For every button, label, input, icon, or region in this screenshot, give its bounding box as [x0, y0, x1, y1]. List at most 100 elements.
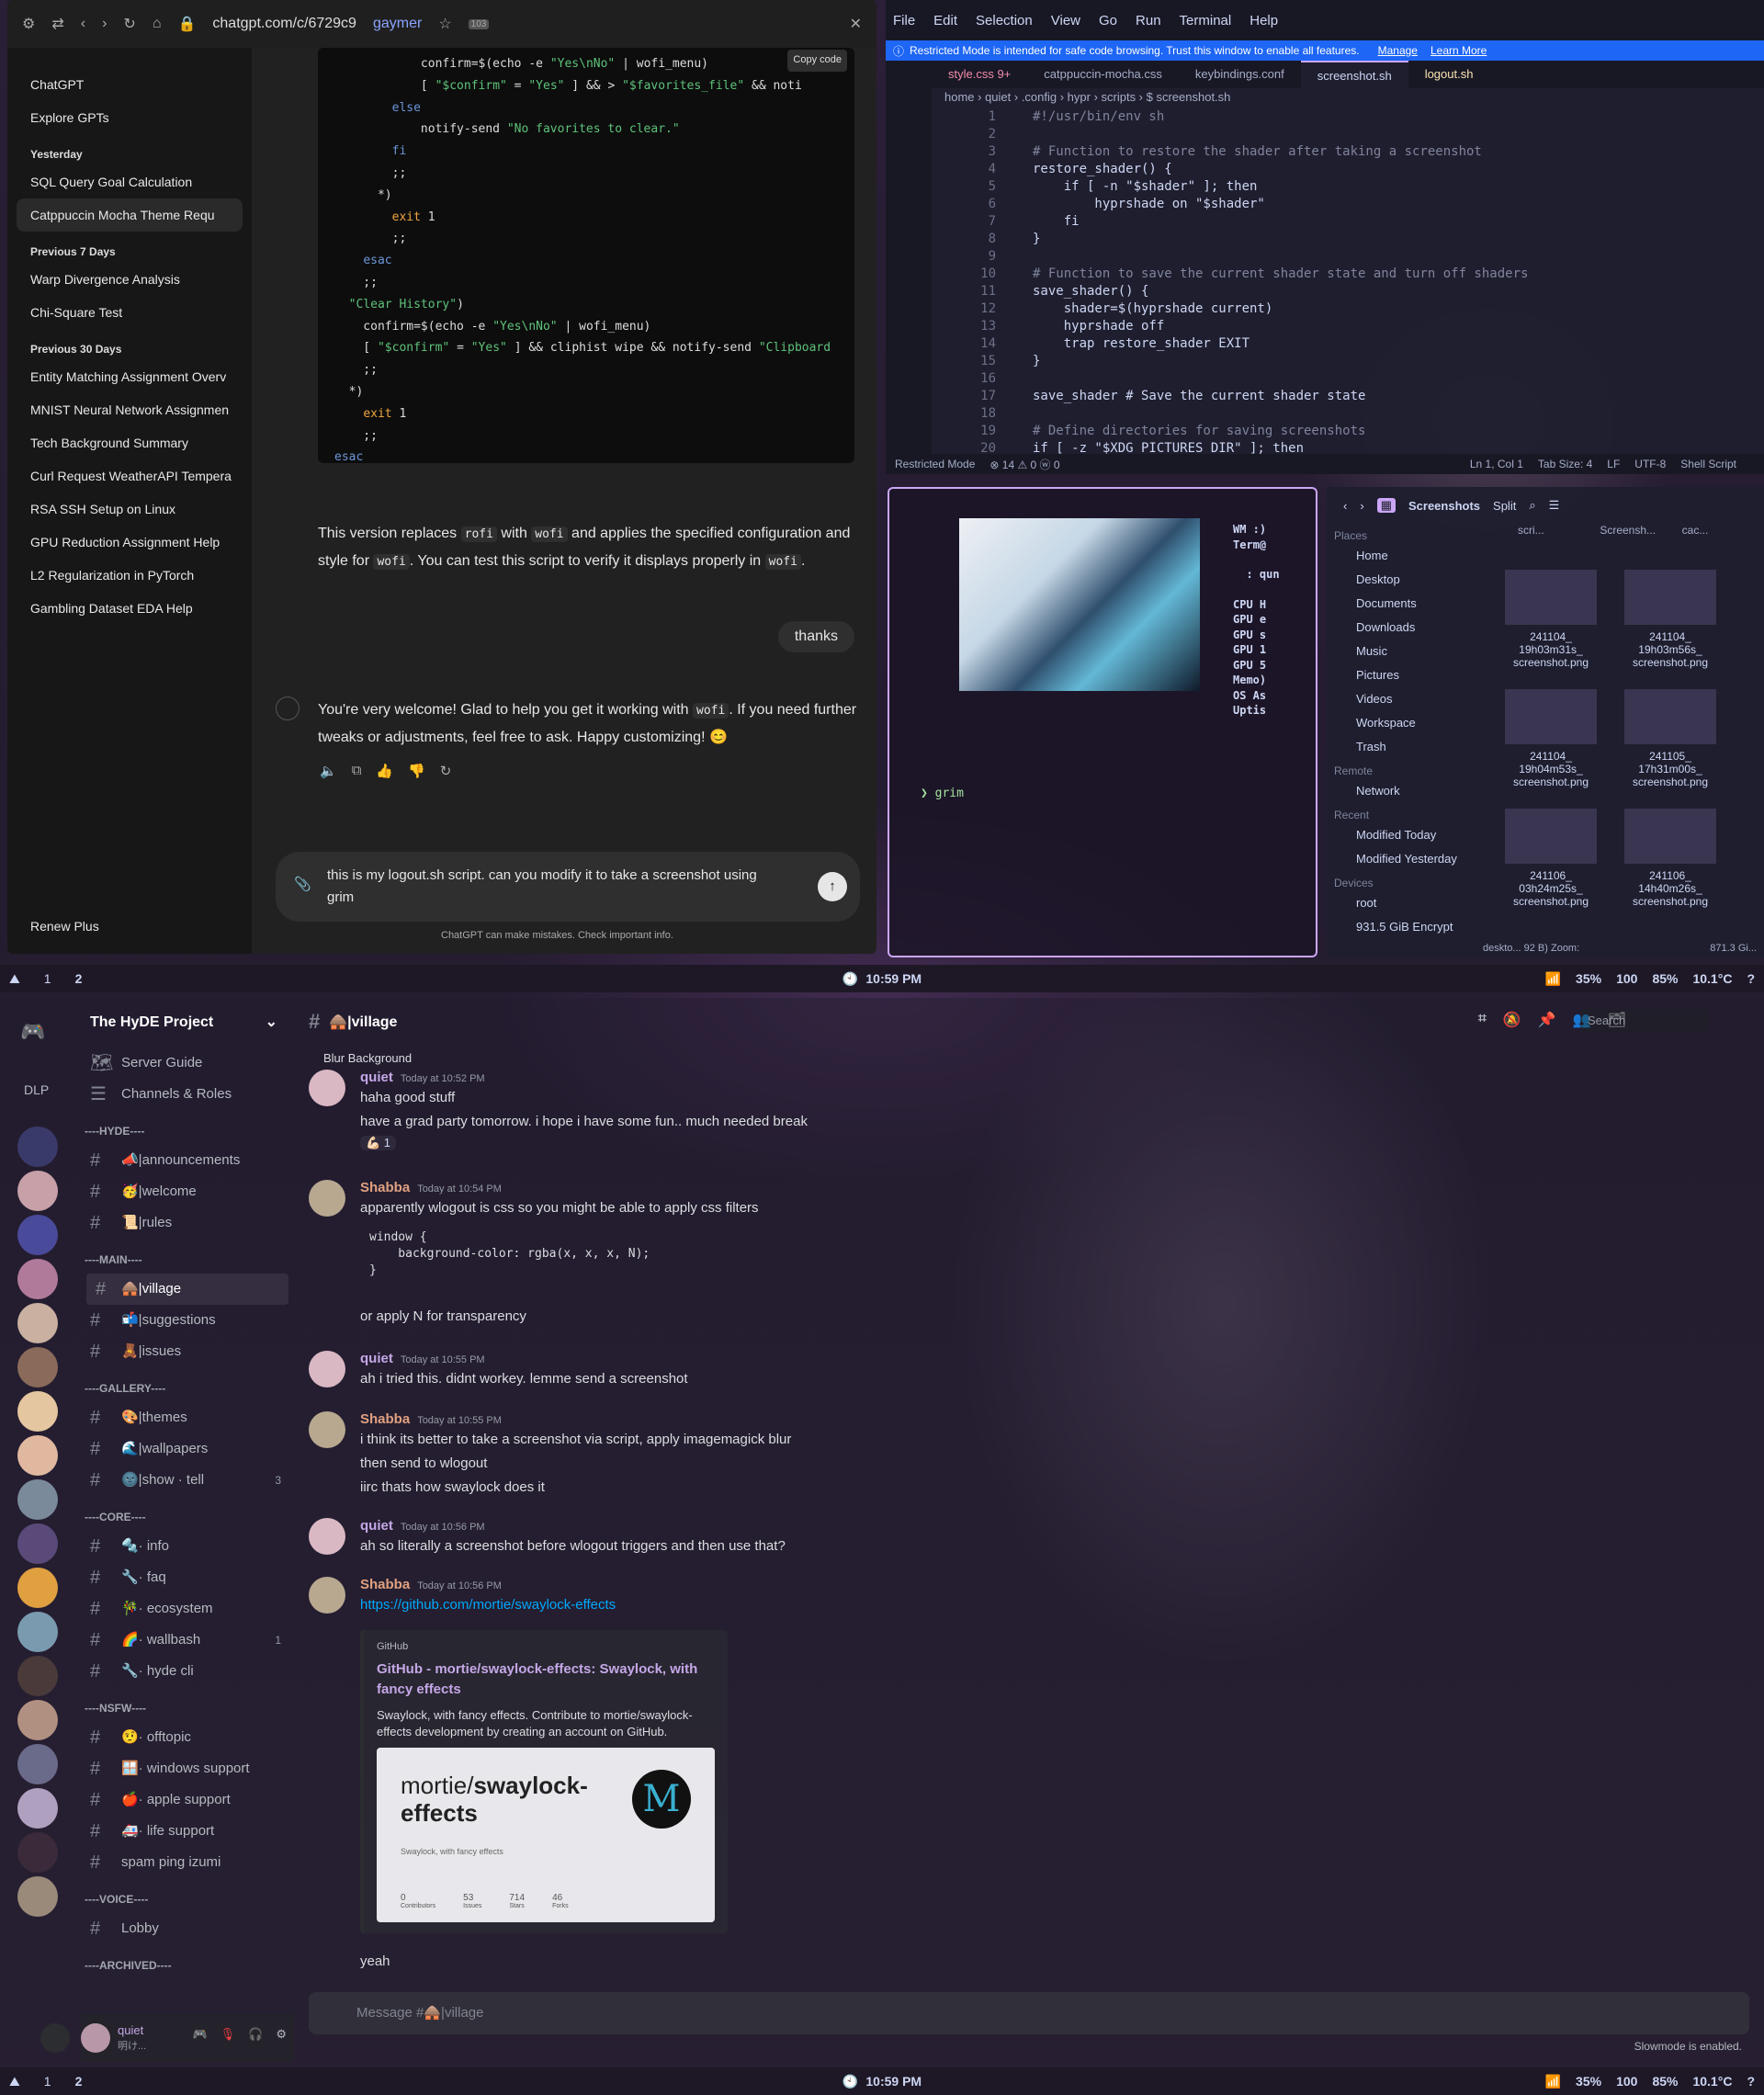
message-author[interactable]: quiet Today at 10:52 PM — [360, 1070, 485, 1087]
brightness[interactable]: 35% — [1576, 971, 1601, 986]
language-mode[interactable]: Shell Script — [1680, 458, 1736, 470]
history-item[interactable]: Tech Background Summary — [7, 426, 252, 459]
renew-plus-button[interactable]: Renew Plus — [7, 910, 122, 943]
tab-catppuccin[interactable]: catppuccin-mocha.css — [1027, 61, 1179, 88]
message-author[interactable]: Shabba Today at 10:56 PM — [360, 1577, 502, 1594]
avatar[interactable] — [309, 1180, 345, 1217]
server-icon[interactable] — [17, 1523, 58, 1564]
menu-go[interactable]: Go — [1099, 13, 1117, 28]
forward-icon[interactable]: › — [1360, 499, 1363, 513]
category-header[interactable]: ----VOICE---- — [81, 1878, 294, 1913]
speaker-icon[interactable]: 🔈 — [320, 763, 337, 779]
sidebar-item-explore[interactable]: Explore GPTs — [7, 101, 252, 134]
menu-icon[interactable]: ☰ — [1549, 498, 1560, 513]
history-item[interactable]: Curl Request WeatherAPI Tempera — [7, 459, 252, 493]
category-header[interactable]: ----ARCHIVED---- — [81, 1944, 294, 1979]
activity-icon[interactable]: 🎮 — [192, 2027, 207, 2042]
embed-image[interactable]: mortie/swaylock-effects Swaylock, with fa… — [377, 1748, 715, 1922]
server-icon[interactable] — [17, 1568, 58, 1608]
menu-edit[interactable]: Edit — [933, 13, 957, 28]
file-item[interactable]: 241104_ 19h03m56s_ screenshot.png — [1615, 570, 1725, 669]
file-item[interactable]: 241106_ 14h40m26s_ screenshot.png — [1615, 809, 1725, 908]
add-server-icon[interactable] — [40, 2023, 70, 2053]
workspace-2[interactable]: 2 — [75, 2074, 83, 2089]
mic-muted-icon[interactable]: 🎙 — [220, 2027, 236, 2042]
wifi-icon[interactable]: 📶 — [1545, 971, 1561, 987]
thread-name[interactable]: Blur Background — [323, 1051, 412, 1065]
settings-icon[interactable]: ⚙ — [22, 15, 35, 33]
attach-icon[interactable]: 📎 — [294, 874, 311, 896]
channel-item[interactable]: # 📜|rules — [81, 1207, 294, 1239]
server-icon[interactable] — [17, 1171, 58, 1211]
brightness[interactable]: 35% — [1576, 2074, 1601, 2089]
file-item[interactable]: 241106_ 03h24m25s_ screenshot.png — [1496, 809, 1606, 908]
category-header[interactable]: ----HYDE---- — [81, 1110, 294, 1145]
volume[interactable]: 100 — [1616, 971, 1637, 986]
sidebar-item[interactable]: Trash — [1327, 735, 1481, 759]
server-icon[interactable] — [17, 1876, 58, 1917]
server-icon[interactable] — [17, 1744, 58, 1784]
channel-item[interactable]: # 🪟· windows support — [81, 1753, 294, 1784]
encoding[interactable]: UTF-8 — [1634, 458, 1666, 470]
profile-name[interactable]: gaymer — [373, 16, 422, 32]
message-author[interactable]: Shabba Today at 10:55 PM — [360, 1411, 502, 1429]
category-header[interactable]: ----NSFW---- — [81, 1687, 294, 1722]
channel-item[interactable]: # 🔧· hyde cli — [81, 1656, 294, 1687]
sidebar-item[interactable]: Workspace — [1327, 711, 1481, 735]
reaction[interactable]: 💪🏻 1 — [360, 1136, 397, 1150]
cursor-position[interactable]: Ln 1, Col 1 — [1470, 458, 1523, 470]
sidebar-item[interactable]: Modified Yesterday — [1327, 847, 1481, 871]
avatar[interactable] — [309, 1518, 345, 1555]
avatar[interactable] — [81, 2023, 110, 2053]
channel-item[interactable]: # 🎨|themes — [81, 1402, 294, 1433]
channel-item[interactable]: # Lobby — [81, 1913, 294, 1944]
volume[interactable]: 100 — [1616, 2074, 1637, 2089]
channel-item[interactable]: # 🎋· ecosystem — [81, 1593, 294, 1625]
star-icon[interactable]: ☆ — [438, 15, 451, 33]
headphones-icon[interactable]: 🎧 — [248, 2027, 263, 2042]
battery[interactable]: 85% — [1652, 2074, 1678, 2089]
sync-icon[interactable]: ⇄ — [51, 15, 63, 33]
username[interactable]: quiet — [118, 2023, 143, 2037]
path-bar[interactable]: Screenshots — [1408, 499, 1480, 513]
history-item[interactable]: L2 Regularization in PyTorch — [7, 559, 252, 592]
copy-code-button[interactable]: Copy code — [787, 50, 847, 72]
avatar[interactable] — [309, 1411, 345, 1448]
channel-item[interactable]: # 🛖|village — [86, 1274, 288, 1305]
back-icon[interactable]: ‹ — [81, 16, 85, 32]
tab-screenshot-sh[interactable]: screenshot.sh — [1300, 61, 1408, 88]
workspace-2[interactable]: 2 — [75, 971, 83, 986]
threads-icon[interactable]: ⌗ — [1478, 1011, 1487, 1029]
sidebar-item[interactable]: Pictures — [1327, 663, 1481, 687]
problems-count[interactable]: ⊗ 14 ⚠ 0 ⓦ 0 — [989, 457, 1059, 472]
server-icon[interactable] — [17, 1391, 58, 1432]
learn-more-link[interactable]: Learn More — [1430, 44, 1487, 57]
sidebar-item[interactable]: Downloads — [1327, 616, 1481, 640]
pin-icon[interactable]: 📌 — [1538, 1011, 1556, 1029]
category-header[interactable]: ----CORE---- — [81, 1496, 294, 1531]
split-button[interactable]: Split — [1493, 499, 1516, 513]
server-name[interactable]: The HyDE Project ⌄ — [81, 998, 294, 1048]
breadcrumb[interactable]: home › quiet › .config › hypr › scripts … — [944, 90, 1230, 104]
channel-item[interactable]: # 🚑· life support — [81, 1816, 294, 1847]
help-icon[interactable]: ? — [1747, 2074, 1755, 2089]
server-guide[interactable]: 🗺 Server Guide — [81, 1048, 294, 1079]
server-icon[interactable] — [17, 1127, 58, 1167]
home-icon[interactable]: ⌂ — [153, 16, 162, 32]
clock[interactable]: 10:59 PM — [865, 971, 922, 986]
avatar[interactable] — [309, 1351, 345, 1387]
workspace-1[interactable]: 1 — [44, 971, 51, 986]
close-icon[interactable]: ✕ — [850, 15, 862, 33]
file-tab[interactable]: cac... — [1682, 524, 1764, 544]
arch-icon[interactable]: ⛰ — [9, 2074, 20, 2089]
server-icon[interactable] — [17, 1656, 58, 1696]
settings-icon[interactable]: ⚙ — [276, 2027, 287, 2042]
tab-keybindings[interactable]: keybindings.conf — [1179, 61, 1301, 88]
channel-item[interactable]: # 🥳|welcome — [81, 1176, 294, 1207]
sidebar-item[interactable]: Videos — [1327, 687, 1481, 711]
copy-icon[interactable]: ⧉ — [352, 763, 362, 779]
message-author[interactable]: Shabba Today at 10:54 PM — [360, 1180, 502, 1197]
history-item[interactable]: Warp Divergence Analysis — [7, 263, 252, 296]
channel-item[interactable]: # 🔩· info — [81, 1531, 294, 1562]
menu-file[interactable]: File — [893, 13, 915, 28]
